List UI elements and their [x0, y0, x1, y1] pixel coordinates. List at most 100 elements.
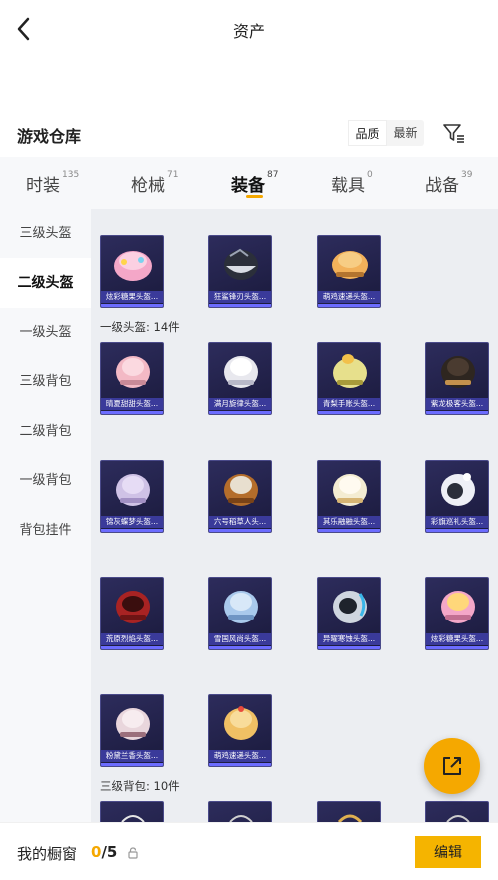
- item-card[interactable]: 雪国风尚头盔...: [208, 577, 272, 650]
- tab-weapons[interactable]: 枪械71: [131, 170, 178, 196]
- tab-equipment[interactable]: 装备87: [231, 170, 278, 196]
- sidebar-item-backpack-3[interactable]: 三级背包: [0, 357, 91, 407]
- item-name: 其乐融融头盔...: [318, 516, 380, 528]
- lock-icon: [128, 847, 138, 859]
- item-name: 萌鸡速递头盔...: [209, 750, 271, 762]
- helmet-icon: [333, 591, 367, 623]
- item-name: 粉黛兰香头盔...: [101, 750, 163, 762]
- page-title: 资产: [232, 22, 265, 41]
- item-card[interactable]: 炫彩糖果头盔...: [425, 577, 489, 650]
- top-bar: 资产: [0, 0, 498, 60]
- item-name: 紫龙极客头盔...: [426, 398, 488, 410]
- item-name: 锦灰蝶梦头盔...: [101, 516, 163, 528]
- backpack-icon: [446, 815, 470, 822]
- sort-toggle: 品质 最新: [348, 120, 424, 146]
- helmet-icon: [114, 251, 152, 281]
- helmet-icon: [332, 251, 368, 279]
- item-card[interactable]: 萌鸡速递头盔...: [317, 235, 381, 308]
- item-card[interactable]: 青梨手账头盔...: [317, 342, 381, 415]
- category-tabs: 时装135 枪械71 装备87 载具0 战备39: [0, 157, 498, 209]
- backpack-icon: [337, 814, 363, 822]
- item-name: 萌鸡速递头盔...: [318, 291, 380, 303]
- item-card[interactable]: 六号稻草人头...: [208, 460, 272, 533]
- filter-icon[interactable]: [442, 122, 466, 144]
- rarity-bar: [426, 411, 488, 414]
- sidebar-item-backpack-pendant[interactable]: 背包挂件: [0, 506, 91, 556]
- item-card[interactable]: 紫龙极客头盔...: [425, 342, 489, 415]
- item-card[interactable]: 荒原烈焰头盔...: [100, 577, 164, 650]
- share-button[interactable]: [424, 738, 480, 794]
- item-name: 彩旗巡礼头盔...: [426, 516, 488, 528]
- warehouse-title: 游戏仓库: [17, 127, 82, 146]
- item-card[interactable]: [317, 801, 381, 822]
- helmet-icon: [441, 473, 475, 506]
- item-card[interactable]: [208, 801, 272, 822]
- helmet-icon: [224, 474, 258, 506]
- helmet-icon: [224, 591, 258, 623]
- helmet-icon: [224, 248, 258, 280]
- edit-button[interactable]: 编辑: [415, 836, 481, 868]
- rarity-bar: [318, 411, 380, 414]
- item-name: 异曜寒蚀头盔...: [318, 633, 380, 645]
- helmet-icon: [333, 474, 367, 506]
- item-card[interactable]: [425, 801, 489, 822]
- rarity-bar: [426, 529, 488, 532]
- helmet-icon: [116, 591, 150, 623]
- item-name: 炫彩糖果头盔...: [426, 633, 488, 645]
- rarity-bar: [426, 646, 488, 649]
- tab-vehicles[interactable]: 载具0: [331, 170, 373, 196]
- sidebar-item-backpack-1[interactable]: 一级背包: [0, 456, 91, 506]
- item-card[interactable]: 狂鲨锋刃头盔...: [208, 235, 272, 308]
- sidebar-item-backpack-2[interactable]: 二级背包: [0, 407, 91, 457]
- section-label-backpack-3: 三级背包: 10件: [100, 779, 180, 793]
- tab-fashion[interactable]: 时装135: [26, 170, 79, 196]
- item-card[interactable]: [100, 801, 164, 822]
- sidebar: 三级头盔 二级头盔 一级头盔 三级背包 二级背包 一级背包 背包挂件: [0, 209, 91, 822]
- item-name: 晴夏甜甜头盔...: [101, 398, 163, 410]
- rarity-bar: [101, 411, 163, 414]
- item-card[interactable]: 满月旋律头盔...: [208, 342, 272, 415]
- helmet-icon: [441, 356, 475, 388]
- item-card[interactable]: 萌鸡速递头盔...: [208, 694, 272, 767]
- backpack-icon: [229, 815, 253, 822]
- backpack-icon: [121, 815, 145, 822]
- item-card[interactable]: 炫彩糖果头盔...: [100, 235, 164, 308]
- helmet-icon: [333, 354, 367, 388]
- sort-quality-button[interactable]: 品质: [348, 120, 387, 146]
- showcase-bar: 我的橱窗 0/5 编辑: [0, 822, 498, 880]
- rarity-bar: [209, 411, 271, 414]
- sidebar-item-helmet-2[interactable]: 二级头盔: [0, 258, 91, 308]
- helmet-icon: [116, 708, 150, 740]
- helmet-icon: [116, 356, 150, 388]
- item-name: 青梨手账头盔...: [318, 398, 380, 410]
- tab-gear[interactable]: 战备39: [425, 170, 472, 196]
- item-card[interactable]: 异曜寒蚀头盔...: [317, 577, 381, 650]
- rarity-bar: [101, 304, 163, 307]
- item-card[interactable]: 晴夏甜甜头盔...: [100, 342, 164, 415]
- item-name: 雪国风尚头盔...: [209, 633, 271, 645]
- item-card[interactable]: 彩旗巡礼头盔...: [425, 460, 489, 533]
- helmet-icon: [224, 356, 258, 388]
- rarity-bar: [101, 529, 163, 532]
- item-grid: 炫彩糖果头盔... 狂鲨锋刃头盔... 萌鸡速递头盔... 一级头盔: 14件 …: [91, 209, 498, 822]
- rarity-bar: [318, 529, 380, 532]
- item-card[interactable]: 锦灰蝶梦头盔...: [100, 460, 164, 533]
- rarity-bar: [209, 646, 271, 649]
- item-name: 六号稻草人头...: [209, 516, 271, 528]
- showcase-label: 我的橱窗: [17, 845, 78, 863]
- item-name: 满月旋律头盔...: [209, 398, 271, 410]
- item-card[interactable]: 其乐融融头盔...: [317, 460, 381, 533]
- item-name: 炫彩糖果头盔...: [101, 291, 163, 303]
- sidebar-item-helmet-3[interactable]: 三级头盔: [0, 209, 91, 259]
- rarity-bar: [318, 646, 380, 649]
- item-name: 荒原烈焰头盔...: [101, 633, 163, 645]
- rarity-bar: [209, 304, 271, 307]
- sort-newest-button[interactable]: 最新: [387, 120, 424, 146]
- active-tab-indicator: [246, 195, 263, 198]
- item-card[interactable]: 粉黛兰香头盔...: [100, 694, 164, 767]
- rarity-bar: [318, 304, 380, 307]
- item-name: 狂鲨锋刃头盔...: [209, 291, 271, 303]
- section-label-helmet-1: 一级头盔: 14件: [100, 320, 180, 334]
- rarity-bar: [209, 763, 271, 766]
- sidebar-item-helmet-1[interactable]: 一级头盔: [0, 308, 91, 358]
